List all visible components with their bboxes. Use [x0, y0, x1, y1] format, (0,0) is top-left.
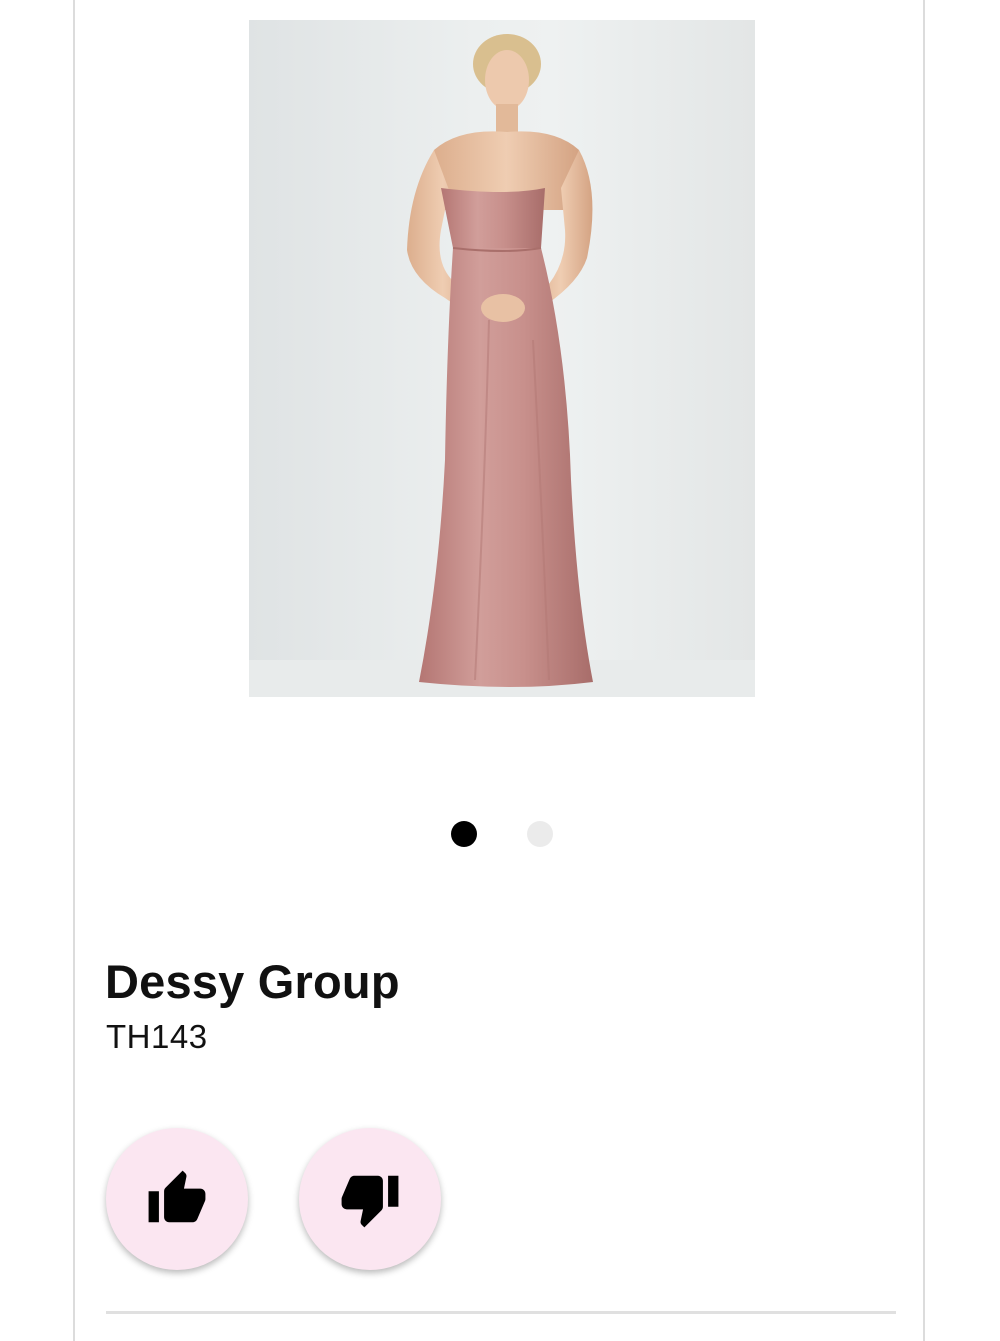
thumbs-up-icon	[148, 1170, 206, 1223]
carousel-dot-active[interactable]	[451, 821, 477, 847]
product-image[interactable]	[249, 20, 755, 697]
thumbs-down-icon	[341, 1175, 399, 1228]
carousel-indicator	[75, 821, 923, 849]
dislike-button[interactable]	[299, 1128, 441, 1270]
section-divider	[106, 1311, 896, 1314]
product-sku: TH143	[106, 1018, 208, 1055]
product-brand: Dessy Group	[105, 955, 400, 1008]
carousel-dot-inactive[interactable]	[527, 821, 553, 847]
dress-photo	[249, 34, 755, 697]
like-button[interactable]	[106, 1128, 248, 1270]
product-card: Dessy Group TH143	[73, 0, 925, 1341]
